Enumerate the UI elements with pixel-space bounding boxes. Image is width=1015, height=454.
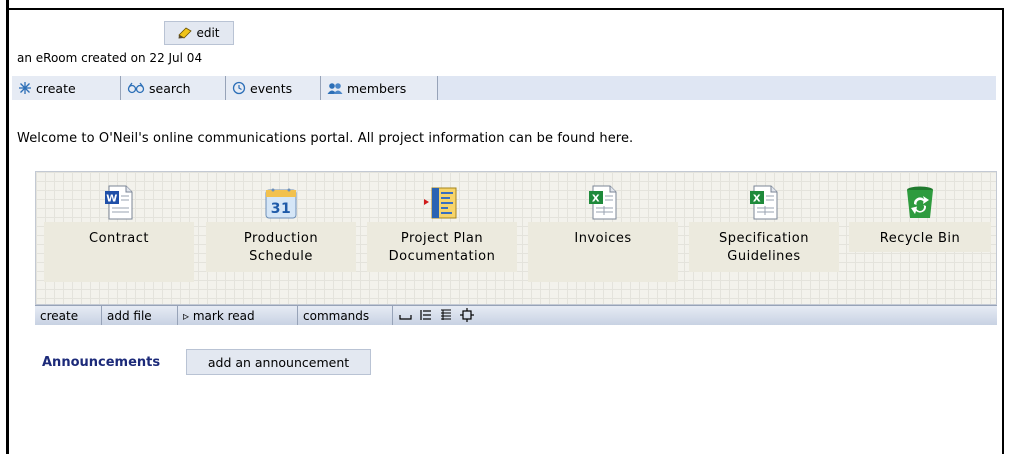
edit-label: edit <box>196 26 220 40</box>
item-label: Invoices <box>528 230 678 248</box>
excel-document-icon: X <box>750 185 778 220</box>
recycle-bin-icon <box>907 186 933 218</box>
members-button[interactable]: members <box>321 76 438 100</box>
edit-button[interactable]: edit <box>164 21 234 45</box>
mark-read-label: ▹ mark read <box>183 308 255 323</box>
commands-label: commands <box>303 308 370 323</box>
item-label: Project Plan Documentation <box>367 230 517 266</box>
frame-top-border <box>6 8 1004 10</box>
mark-read-button[interactable]: ▹ mark read <box>178 306 298 325</box>
item-label: Specification Guidelines <box>689 230 839 266</box>
sparkle-icon <box>19 82 31 94</box>
add-file-label: add file <box>107 308 152 323</box>
item-label-line1: Specification <box>719 231 809 246</box>
item-label: Contract <box>44 230 194 248</box>
calendar-icon: 31 <box>265 188 297 219</box>
word-document-icon: W <box>105 185 133 220</box>
svg-text:W: W <box>106 194 118 205</box>
search-label: search <box>149 80 191 96</box>
compact-view-icon[interactable] <box>438 308 454 322</box>
create-button[interactable]: create <box>12 76 121 100</box>
item-label-line1: Invoices <box>574 231 632 246</box>
project-plan-icon <box>424 187 457 219</box>
item-production-schedule[interactable]: 31 Production Schedule <box>206 172 356 272</box>
cmd-create-label: create <box>40 308 79 323</box>
item-label-line1: Project Plan <box>400 231 484 246</box>
item-label-line1: Production <box>243 231 319 246</box>
item-label-line2: Documentation <box>388 249 496 264</box>
item-project-plan-documentation[interactable]: Project Plan Documentation <box>367 172 517 272</box>
add-announcement-button[interactable]: add an announcement <box>186 349 371 375</box>
detail-view-icon[interactable] <box>418 308 434 322</box>
people-icon <box>327 83 343 94</box>
created-text: an eRoom created on 22 Jul 04 <box>17 51 203 65</box>
item-specification-guidelines[interactable]: X Specification Guidelines <box>689 172 839 272</box>
item-label: Production Schedule <box>206 230 356 266</box>
item-label-line2: Guidelines <box>727 249 801 264</box>
search-button[interactable]: search <box>121 76 226 100</box>
item-label: Recycle Bin <box>849 230 991 248</box>
items-panel: W Contract 31 Production Schedule Projec… <box>35 171 997 305</box>
item-contract[interactable]: W Contract <box>44 172 194 282</box>
commands-button[interactable]: commands <box>298 306 393 325</box>
svg-text:X: X <box>753 194 761 205</box>
add-announcement-label: add an announcement <box>207 354 350 370</box>
main-toolbar: create search events members <box>12 76 996 100</box>
members-label: members <box>347 80 407 96</box>
add-file-button[interactable]: add file <box>102 306 178 325</box>
svg-text:31: 31 <box>271 201 291 217</box>
list-view-icon[interactable] <box>398 308 414 322</box>
binoculars-icon <box>127 82 145 94</box>
item-label-line2: Schedule <box>249 249 313 264</box>
item-label-line1: Recycle Bin <box>879 231 961 246</box>
item-invoices[interactable]: X Invoices <box>528 172 678 282</box>
create-label: create <box>36 80 76 96</box>
welcome-message: Welcome to O'Neil's online communication… <box>17 131 634 146</box>
frame-right-border <box>1002 8 1004 454</box>
events-label: events <box>250 80 293 96</box>
announcements-label: Announcements <box>42 355 161 370</box>
svg-text:X: X <box>592 194 600 205</box>
clock-icon <box>232 81 246 95</box>
cmd-create-button[interactable]: create <box>35 306 102 325</box>
command-bar: create add file ▹ mark read commands <box>35 305 997 325</box>
settings-icon[interactable] <box>459 308 475 322</box>
excel-document-icon: X <box>589 185 617 220</box>
item-recycle-bin[interactable]: Recycle Bin <box>849 172 991 252</box>
pencil-icon <box>178 27 193 39</box>
frame-left-border <box>6 0 9 454</box>
item-label-line1: Contract <box>89 231 149 246</box>
events-button[interactable]: events <box>226 76 321 100</box>
